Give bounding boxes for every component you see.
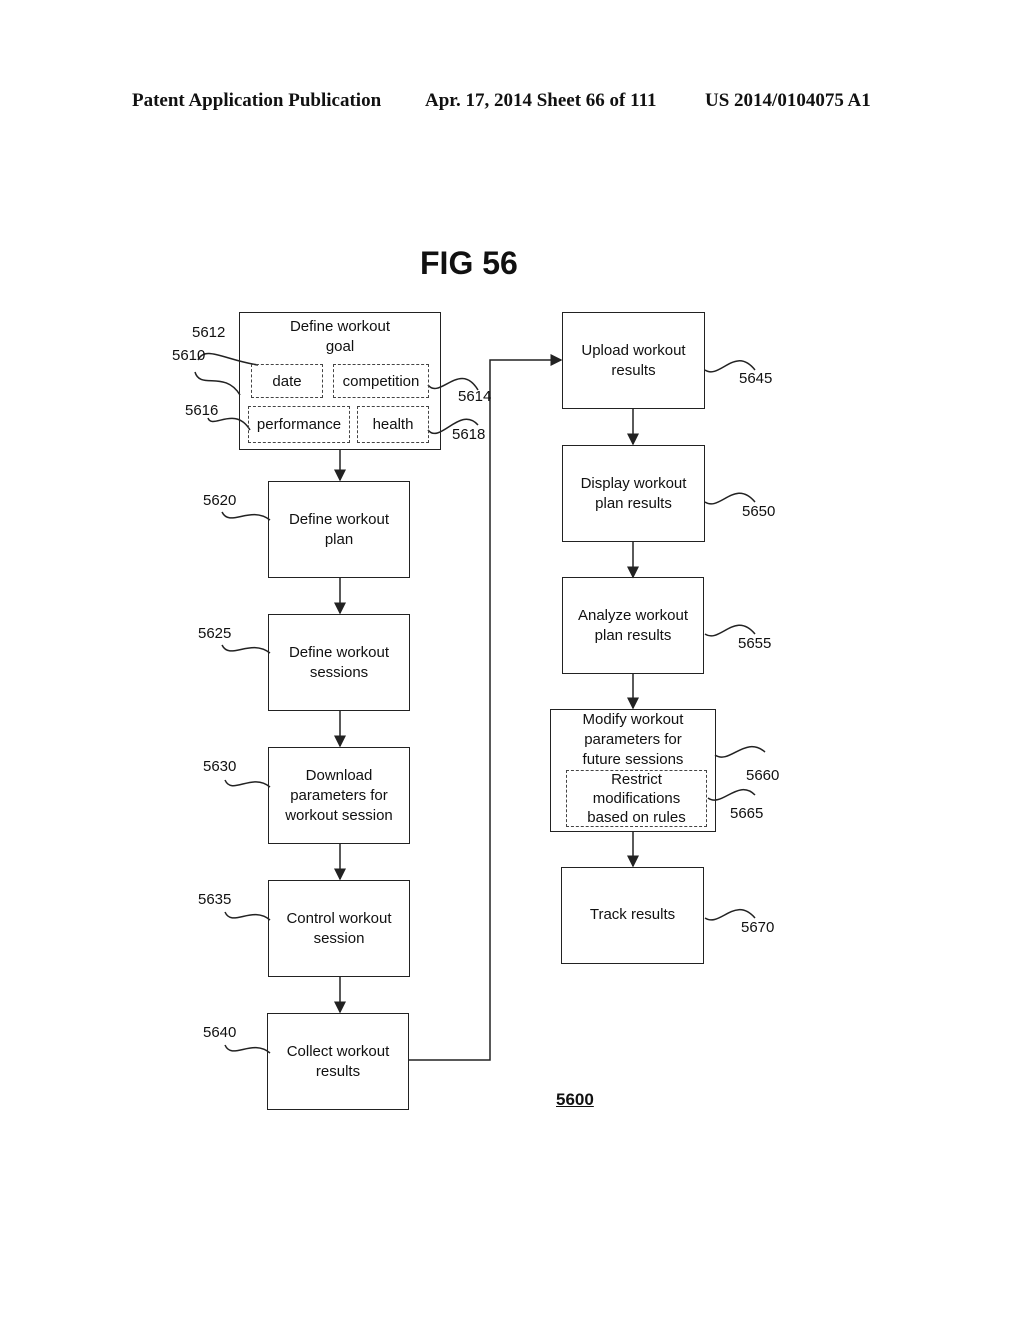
goal-date-box: date <box>251 364 323 398</box>
step-label: Control workout session <box>286 909 392 947</box>
step-label: Define workout sessions <box>288 643 390 681</box>
ref-label: 5635 <box>198 891 232 908</box>
ref-label: 5650 <box>742 503 776 520</box>
step-box: Analyze workout plan results <box>562 577 704 674</box>
step-label: Track results <box>589 906 676 923</box>
step-label: Display workout plan results <box>580 474 687 512</box>
sub-label: health <box>372 416 414 433</box>
leader <box>714 745 766 758</box>
step-box: Download parameters for workout session <box>268 747 410 844</box>
leader <box>194 371 241 396</box>
ref-label: 5640 <box>203 1024 237 1041</box>
leader <box>224 779 271 788</box>
ref-label: 5670 <box>741 919 775 936</box>
ref-label: 5630 <box>203 758 237 775</box>
ref-label: 5616 <box>185 402 219 419</box>
step-label: Define workout goal <box>289 318 391 355</box>
step-label: Analyze workout plan results <box>577 606 689 644</box>
sub-label: date <box>272 372 302 390</box>
goal-competition-box: competition <box>333 364 429 398</box>
step-box: Upload workout results <box>562 312 705 409</box>
arrow <box>409 354 563 1061</box>
ref-label: 5645 <box>739 370 773 387</box>
goal-health-box: health <box>357 406 429 443</box>
ref-label: 5620 <box>203 492 237 509</box>
patent-page: Patent Application Publication Apr. 17, … <box>0 0 1024 1320</box>
step-box: Track results <box>561 867 704 964</box>
step-box: Display workout plan results <box>562 445 705 542</box>
leader <box>224 1044 271 1054</box>
sub-step-box: Restrict modifications based on rules <box>566 770 707 827</box>
figure-id: 5600 <box>556 1090 594 1109</box>
step-label: Define workout plan <box>288 510 390 548</box>
leader <box>221 644 271 654</box>
step-label: Upload workout results <box>581 341 686 379</box>
ref-label: 5660 <box>746 767 780 784</box>
step-label: Restrict modifications based on rules <box>587 771 686 826</box>
leader <box>224 911 271 921</box>
ref-label: 5610 <box>172 347 206 364</box>
ref-label: 5665 <box>730 805 764 822</box>
ref-label: 5614 <box>458 388 492 405</box>
step-label: Modify workout parameters for future ses… <box>582 711 684 768</box>
ref-label: 5612 <box>192 324 226 341</box>
step-box: Control workout session <box>268 880 410 977</box>
leader <box>221 511 271 521</box>
step-label: Collect workout results <box>286 1042 390 1080</box>
sub-label: competition <box>342 372 420 390</box>
sub-label: performance <box>256 416 342 433</box>
step-box: Define workout sessions <box>268 614 410 711</box>
step-label: Download parameters for workout session <box>285 766 393 824</box>
ref-label: 5655 <box>738 635 772 652</box>
goal-performance-box: performance <box>248 406 350 443</box>
ref-label: 5618 <box>452 426 486 443</box>
step-box: Define workout plan <box>268 481 410 578</box>
connectors <box>194 352 766 1061</box>
ref-label: 5625 <box>198 625 232 642</box>
step-box: Collect workout results <box>267 1013 409 1110</box>
